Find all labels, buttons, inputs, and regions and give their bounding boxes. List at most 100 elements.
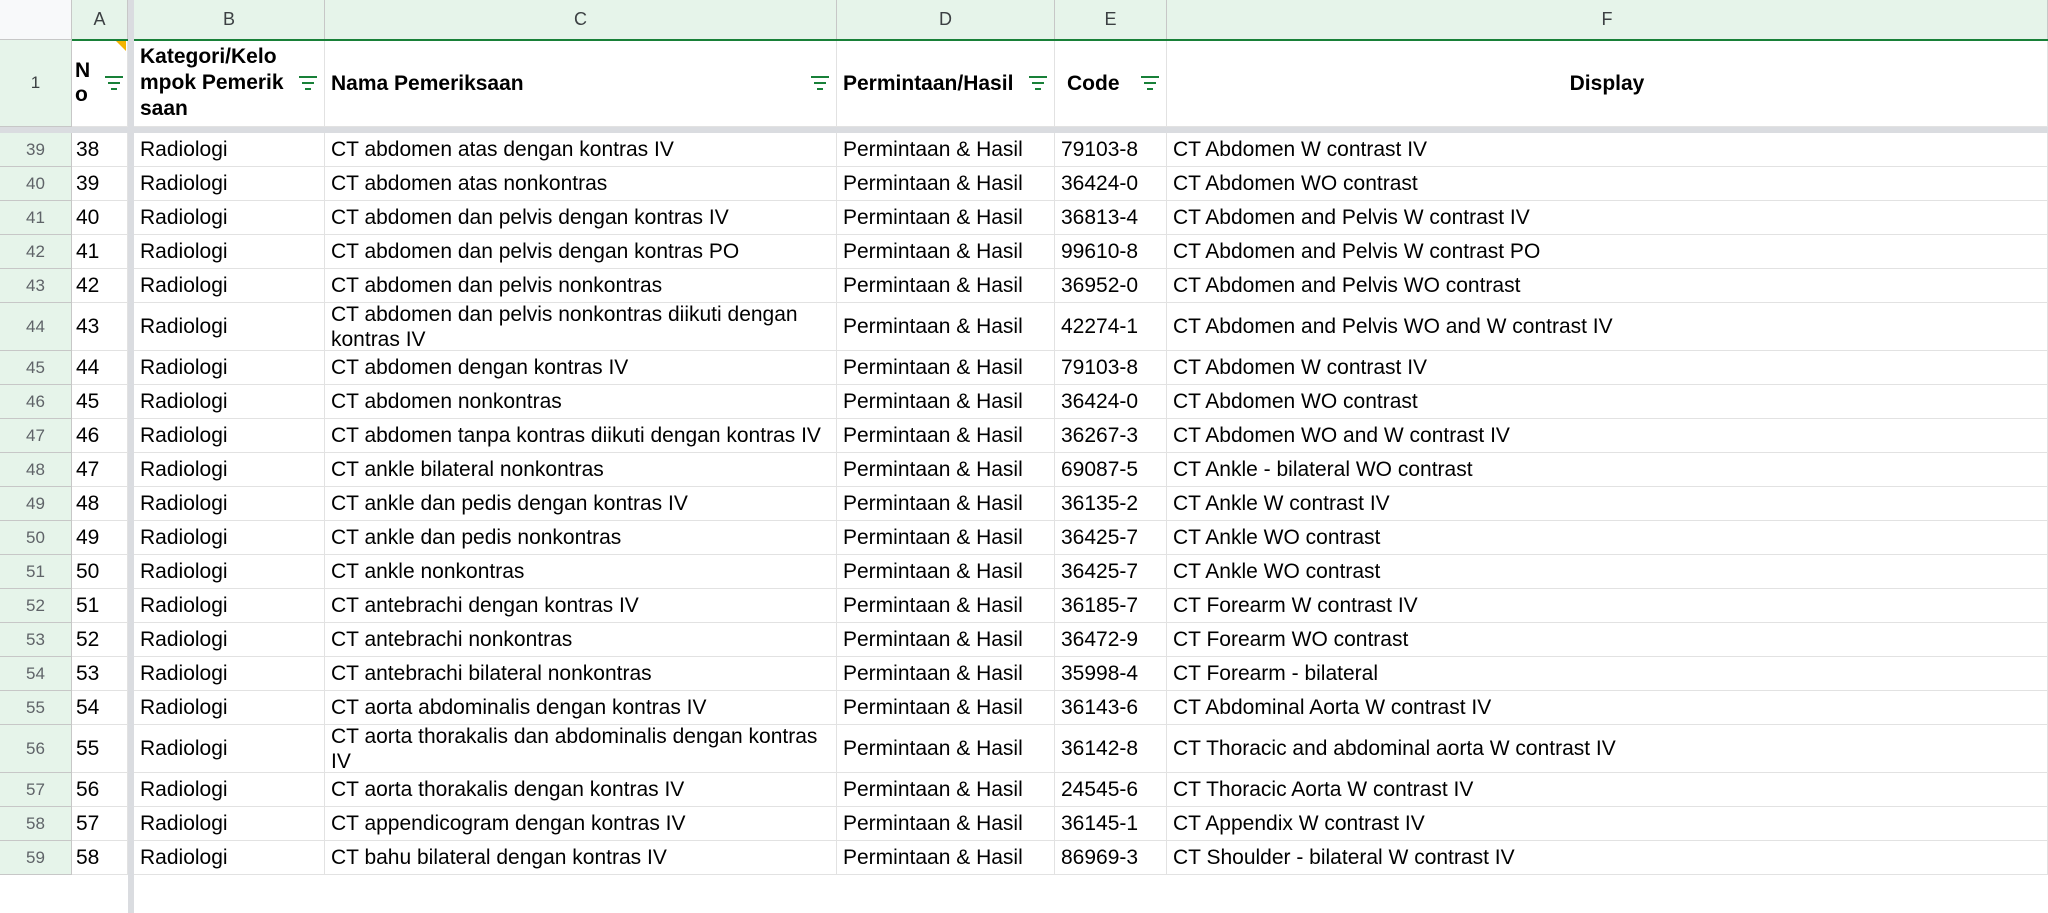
cell-no[interactable]: 51 (72, 589, 128, 623)
cell-display[interactable]: CT Abdominal Aorta W contrast IV (1167, 691, 2048, 725)
cell-nama[interactable]: CT abdomen tanpa kontras diikuti dengan … (325, 419, 837, 453)
cell-permintaan[interactable]: Permintaan & Hasil (837, 841, 1055, 875)
column-header-b[interactable]: B (134, 0, 325, 40)
row-header[interactable]: 45 (0, 351, 72, 385)
row-header[interactable]: 47 (0, 419, 72, 453)
cell-nama[interactable]: CT bahu bilateral dengan kontras IV (325, 841, 837, 875)
row-header-1[interactable]: 1 (0, 40, 72, 127)
cell-kategori[interactable]: Radiologi (134, 555, 325, 589)
cell-no[interactable]: 42 (72, 269, 128, 303)
row-header[interactable]: 49 (0, 487, 72, 521)
cell-permintaan[interactable]: Permintaan & Hasil (837, 691, 1055, 725)
cell-nama[interactable]: CT antebrachi dengan kontras IV (325, 589, 837, 623)
cell-no[interactable]: 45 (72, 385, 128, 419)
cell-nama[interactable]: CT abdomen dan pelvis dengan kontras PO (325, 235, 837, 269)
cell-code[interactable]: 36143-6 (1055, 691, 1167, 725)
cell-permintaan[interactable]: Permintaan & Hasil (837, 807, 1055, 841)
cell-no[interactable]: 46 (72, 419, 128, 453)
cell-permintaan[interactable]: Permintaan & Hasil (837, 385, 1055, 419)
filter-icon[interactable] (810, 76, 830, 90)
row-header[interactable]: 48 (0, 453, 72, 487)
filter-icon[interactable] (1028, 76, 1048, 90)
header-cell-nama[interactable]: Nama Pemeriksaan (325, 40, 837, 127)
cell-display[interactable]: CT Ankle W contrast IV (1167, 487, 2048, 521)
cell-no[interactable]: 56 (72, 773, 128, 807)
cell-code[interactable]: 99610-8 (1055, 235, 1167, 269)
cell-code[interactable]: 36472-9 (1055, 623, 1167, 657)
cell-code[interactable]: 36425-7 (1055, 555, 1167, 589)
cell-nama[interactable]: CT abdomen nonkontras (325, 385, 837, 419)
cell-no[interactable]: 53 (72, 657, 128, 691)
cell-kategori[interactable]: Radiologi (134, 691, 325, 725)
cell-no[interactable]: 48 (72, 487, 128, 521)
cell-code[interactable]: 36135-2 (1055, 487, 1167, 521)
cell-display[interactable]: CT Thoracic Aorta W contrast IV (1167, 773, 2048, 807)
cell-display[interactable]: CT Forearm WO contrast (1167, 623, 2048, 657)
cell-no[interactable]: 40 (72, 201, 128, 235)
cell-kategori[interactable]: Radiologi (134, 589, 325, 623)
cell-code[interactable]: 42274-1 (1055, 303, 1167, 351)
cell-display[interactable]: CT Abdomen WO contrast (1167, 385, 2048, 419)
cell-permintaan[interactable]: Permintaan & Hasil (837, 725, 1055, 773)
cell-permintaan[interactable]: Permintaan & Hasil (837, 453, 1055, 487)
row-header[interactable]: 42 (0, 235, 72, 269)
cell-no[interactable]: 50 (72, 555, 128, 589)
header-cell-permintaan[interactable]: Permintaan/Hasil (837, 40, 1055, 127)
cell-kategori[interactable]: Radiologi (134, 419, 325, 453)
cell-kategori[interactable]: Radiologi (134, 201, 325, 235)
cell-permintaan[interactable]: Permintaan & Hasil (837, 589, 1055, 623)
cell-no[interactable]: 38 (72, 133, 128, 167)
row-header[interactable]: 39 (0, 133, 72, 167)
row-header[interactable]: 43 (0, 269, 72, 303)
cell-permintaan[interactable]: Permintaan & Hasil (837, 269, 1055, 303)
cell-code[interactable]: 36424-0 (1055, 385, 1167, 419)
cell-kategori[interactable]: Radiologi (134, 303, 325, 351)
cell-nama[interactable]: CT appendicogram dengan kontras IV (325, 807, 837, 841)
cell-nama[interactable]: CT abdomen dan pelvis nonkontras (325, 269, 837, 303)
cell-permintaan[interactable]: Permintaan & Hasil (837, 773, 1055, 807)
cell-nama[interactable]: CT ankle dan pedis nonkontras (325, 521, 837, 555)
cell-code[interactable]: 86969-3 (1055, 841, 1167, 875)
cell-no[interactable]: 58 (72, 841, 128, 875)
cell-display[interactable]: CT Forearm - bilateral (1167, 657, 2048, 691)
cell-nama[interactable]: CT ankle nonkontras (325, 555, 837, 589)
cell-display[interactable]: CT Abdomen WO contrast (1167, 167, 2048, 201)
cell-permintaan[interactable]: Permintaan & Hasil (837, 657, 1055, 691)
cell-code[interactable]: 35998-4 (1055, 657, 1167, 691)
cell-nama[interactable]: CT abdomen dan pelvis dengan kontras IV (325, 201, 837, 235)
cell-nama[interactable]: CT ankle bilateral nonkontras (325, 453, 837, 487)
cell-nama[interactable]: CT aorta abdominalis dengan kontras IV (325, 691, 837, 725)
filter-icon[interactable] (104, 76, 124, 90)
cell-display[interactable]: CT Abdomen and Pelvis W contrast PO (1167, 235, 2048, 269)
cell-permintaan[interactable]: Permintaan & Hasil (837, 487, 1055, 521)
row-header[interactable]: 51 (0, 555, 72, 589)
cell-kategori[interactable]: Radiologi (134, 841, 325, 875)
cell-display[interactable]: CT Abdomen and Pelvis WO and W contrast … (1167, 303, 2048, 351)
cell-no[interactable]: 49 (72, 521, 128, 555)
cell-code[interactable]: 36425-7 (1055, 521, 1167, 555)
cell-permintaan[interactable]: Permintaan & Hasil (837, 521, 1055, 555)
cell-nama[interactable]: CT abdomen dengan kontras IV (325, 351, 837, 385)
cell-display[interactable]: CT Ankle WO contrast (1167, 521, 2048, 555)
column-header-e[interactable]: E (1055, 0, 1167, 40)
cell-permintaan[interactable]: Permintaan & Hasil (837, 555, 1055, 589)
row-header[interactable]: 56 (0, 725, 72, 773)
column-header-a[interactable]: A (72, 0, 128, 40)
row-header[interactable]: 44 (0, 303, 72, 351)
cell-no[interactable]: 47 (72, 453, 128, 487)
cell-no[interactable]: 43 (72, 303, 128, 351)
cell-kategori[interactable]: Radiologi (134, 487, 325, 521)
cell-code[interactable]: 36813-4 (1055, 201, 1167, 235)
cell-permintaan[interactable]: Permintaan & Hasil (837, 133, 1055, 167)
cell-display[interactable]: CT Ankle - bilateral WO contrast (1167, 453, 2048, 487)
cell-code[interactable]: 79103-8 (1055, 133, 1167, 167)
cell-permintaan[interactable]: Permintaan & Hasil (837, 419, 1055, 453)
cell-display[interactable]: CT Abdomen and Pelvis W contrast IV (1167, 201, 2048, 235)
row-header[interactable]: 40 (0, 167, 72, 201)
cell-permintaan[interactable]: Permintaan & Hasil (837, 235, 1055, 269)
cell-code[interactable]: 36185-7 (1055, 589, 1167, 623)
cell-display[interactable]: CT Abdomen WO and W contrast IV (1167, 419, 2048, 453)
cell-kategori[interactable]: Radiologi (134, 623, 325, 657)
cell-nama[interactable]: CT ankle dan pedis dengan kontras IV (325, 487, 837, 521)
cell-kategori[interactable]: Radiologi (134, 167, 325, 201)
